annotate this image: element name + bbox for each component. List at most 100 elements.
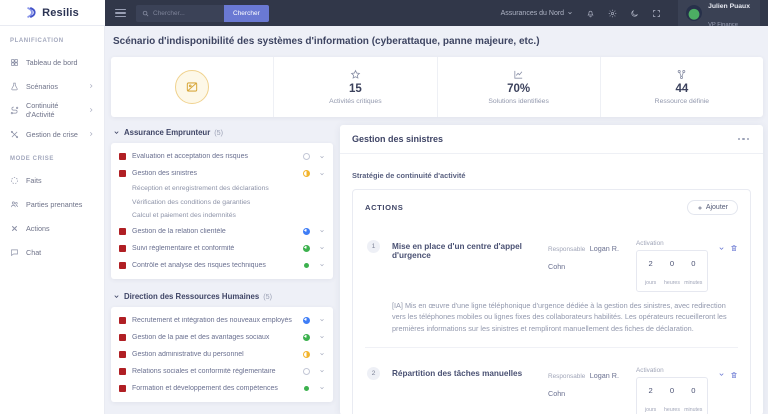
group-count: (5) (263, 291, 272, 301)
sidebar-item-scenarios[interactable]: Scénarios (0, 74, 104, 98)
sidebar: PLANIFICATION Tableau de bord Scénarios … (0, 26, 105, 414)
org-selector[interactable]: Assurances du Nord (501, 10, 573, 17)
activity-route-icon (10, 106, 19, 115)
logo-text: Resilis (42, 6, 79, 19)
org-name: Assurances du Nord (500, 9, 565, 17)
chevron-down-icon[interactable] (319, 245, 325, 251)
progress-status-icon (303, 244, 310, 252)
activity-sub-item[interactable]: Réception et enregistrement des déclarat… (111, 182, 333, 196)
fullscreen-icon[interactable] (652, 9, 661, 18)
activation-duration-box[interactable]: 2 jours 0 heures 0 minutes (636, 250, 708, 292)
dark-mode-moon-icon[interactable] (630, 9, 639, 18)
sidebar-item-actions[interactable]: Actions (0, 216, 104, 240)
sidebar-item-label: Chat (26, 247, 42, 257)
sidebar-item-tableau-de-bord[interactable]: Tableau de bord (0, 50, 104, 74)
chevron-down-icon[interactable] (319, 385, 325, 391)
chevron-down-icon (113, 293, 120, 300)
nodes-icon (676, 69, 687, 80)
add-action-button[interactable]: Ajouter (686, 200, 738, 215)
progress-status-icon (303, 153, 310, 160)
sidebar-item-chat[interactable]: Chat (0, 240, 104, 264)
activity-row[interactable]: Gestion des sinistres (111, 165, 333, 182)
topbar: Resilis Chercher Assurances du Nord (0, 0, 768, 28)
activity-sub-item[interactable]: Calcul et paiement des indemnités (111, 209, 333, 223)
chevron-down-icon[interactable] (319, 228, 325, 234)
criticality-square-icon (119, 333, 126, 341)
criticality-square-icon (119, 316, 126, 324)
group-header-ressources-humaines[interactable]: Direction des Ressources Humaines (5) (111, 289, 333, 307)
user-role: VP Finance (708, 22, 738, 28)
activity-row[interactable]: Gestion de la relation clientèle (111, 223, 333, 240)
activity-row[interactable]: Suivi réglementaire et conformité (111, 240, 333, 257)
criticality-square-icon (119, 261, 126, 269)
collapse-chevron-icon[interactable] (718, 245, 725, 252)
chevron-down-icon[interactable] (319, 317, 325, 323)
trash-icon[interactable] (730, 244, 738, 252)
sidebar-item-label: Scénarios (26, 81, 58, 91)
criticality-square-icon (119, 227, 126, 235)
sidebar-item-continuite-activite[interactable]: Continuité d'Activité (0, 98, 104, 122)
settings-gear-icon[interactable] (608, 9, 617, 18)
image-off-icon (175, 70, 210, 104)
sidebar-section-planification: PLANIFICATION (10, 38, 64, 44)
chevron-down-icon[interactable] (319, 154, 325, 160)
activity-sub-item[interactable]: Vérification des conditions de garanties (111, 196, 333, 210)
notifications-bell-icon[interactable] (586, 9, 595, 18)
sidebar-item-label: Parties prenantes (26, 199, 83, 209)
sidebar-item-parties-prenantes[interactable]: Parties prenantes (0, 192, 104, 216)
activity-row[interactable]: Formation et développement des compétenc… (111, 380, 333, 397)
logo-icon (26, 6, 39, 19)
avatar (686, 5, 703, 21)
sidebar-item-gestion-de-crise[interactable]: Gestion de crise (0, 122, 104, 146)
activation-duration-box[interactable]: 2 jours 0 heures 0 minutes (636, 376, 708, 414)
menu-toggle-icon[interactable] (113, 7, 128, 20)
group-count: (5) (214, 128, 224, 137)
logo[interactable]: Resilis (0, 0, 105, 26)
activity-row[interactable]: Relations sociales et conformité régleme… (111, 363, 333, 380)
progress-status-icon (304, 262, 309, 268)
dashboard-grid-icon (10, 58, 19, 67)
collapse-chevron-icon[interactable] (718, 371, 725, 378)
trash-icon[interactable] (730, 371, 738, 379)
group-title: Direction des Ressources Humaines (124, 291, 260, 301)
chevron-down-icon[interactable] (319, 262, 325, 268)
stat-label: Ressource définie (654, 98, 710, 105)
activity-row[interactable]: Contrôle et analyse des risques techniqu… (111, 257, 333, 274)
activity-row[interactable]: Évaluation et acceptation des risques (111, 148, 333, 165)
sidebar-item-faits[interactable]: Faits (0, 168, 104, 192)
kebab-menu-icon[interactable] (736, 136, 752, 143)
activity-row[interactable]: Gestion de la paie et des avantages soci… (111, 329, 333, 346)
stat-label: Activités critiques (329, 98, 382, 105)
search-icon (142, 10, 149, 17)
detail-title: Gestion des sinistres (352, 134, 444, 144)
actions-card: ACTIONS Ajouter 1 Mise en place d'un cen… (352, 189, 751, 414)
chevron-down-icon[interactable] (319, 171, 325, 177)
chevron-down-icon[interactable] (319, 351, 325, 357)
action-item: 1 Mise en place d'un centre d'appel d'ur… (365, 221, 738, 334)
activities-card: Évaluation et acceptation des risques Ge… (111, 143, 333, 279)
stat-value: 44 (675, 83, 689, 95)
criticality-square-icon (119, 153, 126, 160)
search-input[interactable] (153, 9, 218, 17)
search-button[interactable]: Chercher (224, 4, 269, 22)
sidebar-item-label: Actions (26, 223, 50, 233)
chevron-down-icon[interactable] (319, 368, 325, 374)
chevron-down-icon[interactable] (319, 334, 325, 340)
progress-status-icon (303, 367, 310, 375)
user-menu[interactable]: Julien Puaux VP Finance (678, 0, 760, 28)
search-bar: Chercher (136, 4, 269, 22)
stat-value: 15 (348, 83, 362, 95)
line-chart-icon (513, 69, 524, 80)
group-header-assurance-emprunteur[interactable]: Assurance Emprunteur (5) (111, 125, 333, 143)
strategy-label: Stratégie de continuité d'activité (352, 171, 466, 180)
action-title: Répartition des tâches manuelles (392, 368, 523, 378)
activity-row[interactable]: Gestion administrative du personnel (111, 346, 333, 363)
activity-row[interactable]: Recrutement et intégration des nouveaux … (111, 312, 333, 329)
detail-column: Gestion des sinistres Stratégie de conti… (340, 125, 763, 414)
action-number-badge: 1 (367, 240, 380, 253)
stat-scenario-image (111, 57, 273, 117)
stat-solutions-identifiees: 70% Solutions identifiées (436, 57, 600, 117)
stat-ressource-definie: 44 Ressource définie (599, 57, 763, 117)
sidebar-item-label: Continuité d'Activité (26, 101, 59, 119)
chat-bubble-icon (10, 248, 19, 257)
